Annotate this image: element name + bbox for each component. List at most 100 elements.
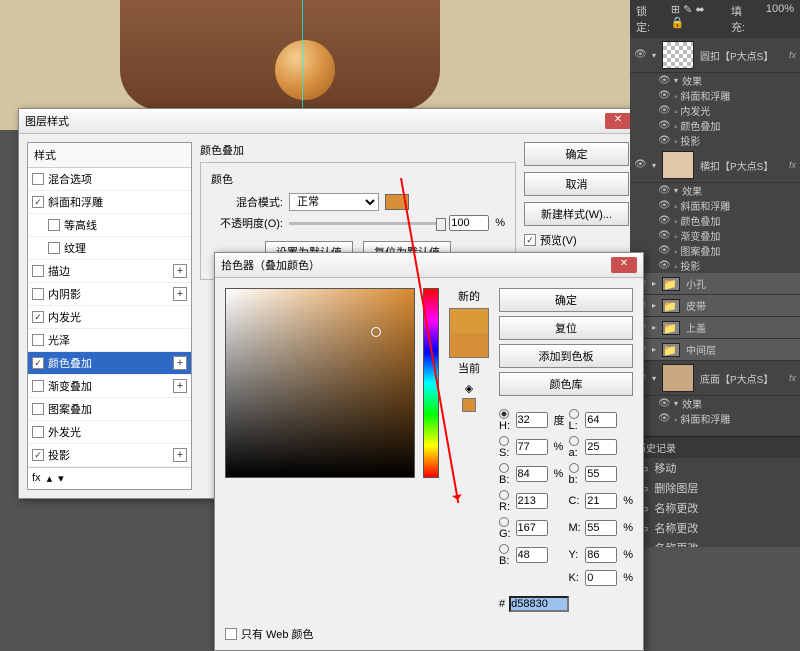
effect-item[interactable]: 👁 ◦ 内发光	[630, 103, 800, 118]
m-input[interactable]	[585, 520, 617, 536]
b-radio[interactable]	[499, 463, 509, 473]
visibility-icon[interactable]: 👁	[658, 105, 670, 117]
cp-ok-button[interactable]: 确定	[499, 288, 633, 312]
lock-icons[interactable]: ⊞ ✎ ⬌ 🔒	[671, 3, 721, 35]
style-item-8[interactable]: 颜色叠加+	[28, 352, 191, 375]
opacity-slider[interactable]	[289, 222, 443, 225]
fx-badge[interactable]: fx	[789, 160, 796, 170]
g-radio[interactable]	[499, 517, 509, 527]
style-item-11[interactable]: 外发光	[28, 421, 191, 444]
style-checkbox[interactable]	[32, 403, 44, 415]
expand-icon[interactable]: ▸	[652, 279, 656, 288]
effect-item[interactable]: 👁 ◦ 投影	[630, 133, 800, 148]
style-item-7[interactable]: 光泽	[28, 329, 191, 352]
hex-input[interactable]	[509, 596, 569, 612]
folder-row[interactable]: 👁▸📁小孔	[630, 273, 800, 295]
expand-icon[interactable]: ▸	[652, 345, 656, 354]
style-item-4[interactable]: 描边+	[28, 260, 191, 283]
visibility-icon[interactable]: 👁	[634, 159, 646, 171]
folder-row[interactable]: 👁▸📁上盖	[630, 317, 800, 339]
layer-row[interactable]: 👁▾横扣【P大点S】fx	[630, 148, 800, 183]
web-only-checkbox[interactable]	[225, 628, 237, 640]
add-swatch-button[interactable]: 添加到色板	[499, 344, 633, 368]
expand-icon[interactable]: ▸	[652, 323, 656, 332]
layer-row[interactable]: 👁▾圆扣【P大点S】fx	[630, 38, 800, 73]
fill-value[interactable]: 100%	[766, 3, 794, 35]
layer-thumbnail[interactable]	[662, 364, 694, 392]
bb-input[interactable]	[516, 547, 548, 563]
effect-item[interactable]: 👁 ◦ 斜面和浮雕	[630, 88, 800, 103]
style-item-5[interactable]: 内阴影+	[28, 283, 191, 306]
visibility-icon[interactable]: 👁	[658, 120, 670, 132]
effect-item[interactable]: 👁 ◦ 渐变叠加	[630, 228, 800, 243]
effect-item[interactable]: 👁 ◦ 投影	[630, 258, 800, 273]
add-icon[interactable]: +	[173, 264, 187, 278]
effects-header[interactable]: 👁▾ 效果	[630, 396, 800, 411]
dialog-titlebar[interactable]: 图层样式 ✕	[19, 109, 637, 134]
style-item-6[interactable]: 内发光	[28, 306, 191, 329]
style-item-2[interactable]: 等高线	[28, 214, 191, 237]
expand-icon[interactable]: ▾	[652, 161, 656, 170]
s-radio[interactable]	[499, 436, 509, 446]
visibility-icon[interactable]: 👁	[658, 398, 670, 410]
k-input[interactable]	[585, 570, 617, 586]
visibility-icon[interactable]: 👁	[658, 135, 670, 147]
folder-row[interactable]: 👁▸📁皮带	[630, 295, 800, 317]
style-checkbox[interactable]	[32, 426, 44, 438]
cp-titlebar[interactable]: 拾色器（叠加颜色） ✕	[215, 253, 643, 278]
style-item-9[interactable]: 渐变叠加+	[28, 375, 191, 398]
effect-item[interactable]: 👁 ◦ 图案叠加	[630, 243, 800, 258]
folder-row[interactable]: 👁▸📁中间层	[630, 339, 800, 361]
color-compare[interactable]	[449, 308, 489, 358]
h-radio[interactable]	[499, 409, 509, 419]
visibility-icon[interactable]: 👁	[658, 413, 670, 425]
style-checkbox[interactable]	[48, 242, 60, 254]
r-radio[interactable]	[499, 490, 509, 500]
l-radio[interactable]	[569, 409, 579, 419]
c-input[interactable]	[585, 493, 617, 509]
expand-icon[interactable]: ▾	[652, 374, 656, 383]
style-checkbox[interactable]	[32, 173, 44, 185]
visibility-icon[interactable]: 👁	[634, 49, 646, 61]
style-checkbox[interactable]	[32, 311, 44, 323]
style-checkbox[interactable]	[32, 449, 44, 461]
history-item[interactable]: ▭删除图层	[630, 478, 800, 498]
cancel-button[interactable]: 取消	[524, 172, 629, 196]
effect-item[interactable]: 👁 ◦ 颜色叠加	[630, 213, 800, 228]
b-input[interactable]	[516, 466, 548, 482]
opacity-input[interactable]	[449, 215, 489, 231]
history-item[interactable]: ▭名称更改	[630, 538, 800, 547]
preview-checkbox[interactable]	[524, 234, 536, 246]
layer-thumbnail[interactable]	[662, 41, 694, 69]
cube-icon[interactable]: ◈	[465, 382, 473, 395]
add-icon[interactable]: +	[173, 356, 187, 370]
style-item-10[interactable]: 图案叠加	[28, 398, 191, 421]
cp-close-button[interactable]: ✕	[611, 257, 637, 273]
close-button[interactable]: ✕	[605, 113, 631, 129]
a-radio[interactable]	[569, 436, 579, 446]
style-checkbox[interactable]	[32, 288, 44, 300]
history-item[interactable]: ▭移动	[630, 458, 800, 478]
arrow-down-icon[interactable]: ▾	[58, 472, 64, 485]
style-checkbox[interactable]	[32, 334, 44, 346]
fx-menu[interactable]: fx	[32, 472, 41, 485]
style-checkbox[interactable]	[32, 196, 44, 208]
visibility-icon[interactable]: 👁	[658, 215, 670, 227]
y-input[interactable]	[585, 547, 617, 563]
effect-item[interactable]: 👁 ◦ 斜面和浮雕	[630, 198, 800, 213]
visibility-icon[interactable]: 👁	[658, 260, 670, 272]
effect-item[interactable]: 👁 ◦ 颜色叠加	[630, 118, 800, 133]
style-checkbox[interactable]	[48, 219, 60, 231]
style-item-12[interactable]: 投影+	[28, 444, 191, 467]
cp-reset-button[interactable]: 复位	[499, 316, 633, 340]
new-style-button[interactable]: 新建样式(W)...	[524, 202, 629, 226]
visibility-icon[interactable]: 👁	[658, 245, 670, 257]
bb-radio[interactable]	[499, 544, 509, 554]
r-input[interactable]	[516, 493, 548, 509]
style-checkbox[interactable]	[32, 357, 44, 369]
visibility-icon[interactable]: 👁	[658, 230, 670, 242]
expand-icon[interactable]: ▸	[652, 301, 656, 310]
arrow-up-icon[interactable]: ▴	[47, 472, 53, 485]
fx-badge[interactable]: fx	[789, 50, 796, 60]
l-input[interactable]	[585, 412, 617, 428]
